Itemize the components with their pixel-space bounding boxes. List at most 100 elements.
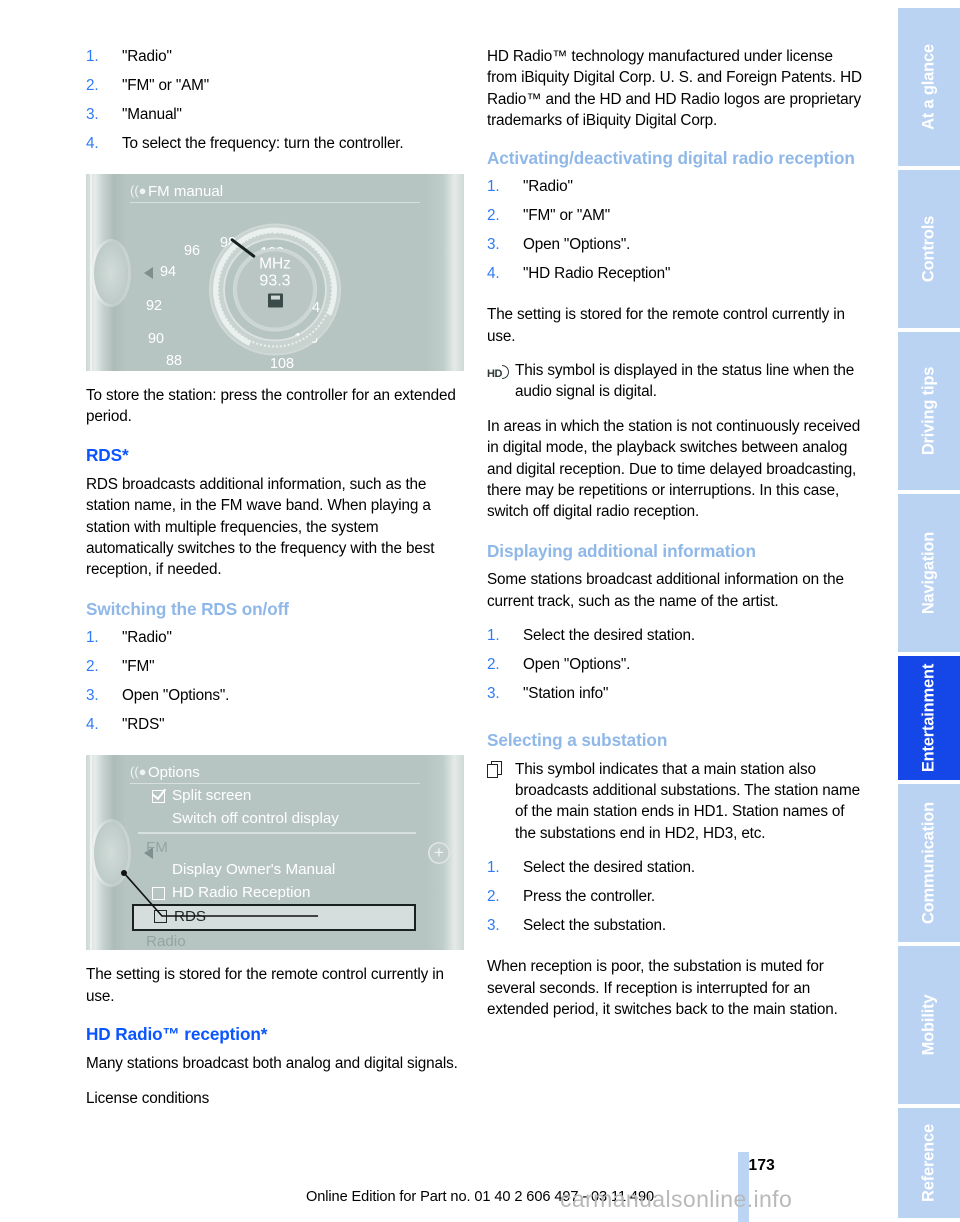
heading-activating-digital-radio: Activating/deactivating digital radio re… bbox=[487, 147, 855, 168]
sidebar-item-reference[interactable]: Reference bbox=[898, 1108, 960, 1218]
list-item: 2. "FM" or "AM" bbox=[86, 75, 464, 104]
list-item: 1. "Radio" bbox=[86, 627, 464, 656]
steps-activating: 1. "Radio" 2. "FM" or "AM" 3. Open "Options… bbox=[487, 176, 865, 292]
step-number: 2. bbox=[487, 656, 500, 674]
step-text: "HD Radio Reception" bbox=[523, 265, 671, 283]
step-number: 4. bbox=[86, 716, 99, 734]
tab-label: At a glance bbox=[919, 44, 938, 130]
step-number: 2. bbox=[86, 77, 99, 94]
store-station-icon bbox=[267, 293, 283, 308]
hd-symbol-paragraph: This symbol is displayed in the status l… bbox=[515, 361, 855, 401]
sidebar-item-mobility[interactable]: Mobility bbox=[898, 946, 960, 1104]
sidebar-item-communication[interactable]: Communication bbox=[898, 784, 960, 942]
display-title-bar: ((●Options bbox=[130, 761, 420, 785]
list-item: 1. Select the desired station. bbox=[487, 857, 865, 886]
list-item: 2. Press the controller. bbox=[487, 886, 865, 915]
step-number: 4. bbox=[487, 265, 500, 283]
figure-tuner-display: ((●FM manual 98 96 100 94 102 92 104 90 … bbox=[86, 174, 464, 371]
setting-stored-paragraph-left: The setting is stored for the remote con… bbox=[86, 966, 444, 1005]
heading-displaying-additional-info: Displaying additional information bbox=[487, 540, 756, 561]
sidebar-tabs: At a glance Controls Driving tips Naviga… bbox=[898, 0, 960, 1222]
scale-label: 90 bbox=[148, 331, 165, 347]
list-item: 3. "Station info" bbox=[487, 683, 865, 712]
display-title-bar: ((●FM manual bbox=[130, 180, 420, 203]
hd-digital-icon: HD bbox=[487, 362, 509, 380]
list-item: 1. Select the desired station. bbox=[487, 625, 865, 654]
scale-label: 96 bbox=[184, 243, 201, 259]
step-number: 3. bbox=[487, 685, 500, 703]
step-text: "Radio" bbox=[523, 178, 573, 196]
sidebar-item-entertainment[interactable]: Entertainment bbox=[898, 656, 960, 780]
sidebar-item-at-a-glance[interactable]: At a glance bbox=[898, 8, 960, 166]
display-bezel-right bbox=[426, 174, 464, 371]
menu-item-label: Radio bbox=[146, 933, 186, 951]
checkbox-checked-icon bbox=[152, 790, 165, 804]
sidebar-item-driving-tips[interactable]: Driving tips bbox=[898, 332, 960, 490]
step-text: Open "Options". bbox=[122, 687, 230, 705]
step-number: 3. bbox=[86, 106, 99, 123]
step-text: "Radio" bbox=[122, 48, 172, 65]
step-text: Select the desired station. bbox=[523, 859, 695, 877]
step-text: "Station info" bbox=[523, 685, 609, 703]
menu-item-split-screen[interactable]: Split screen bbox=[138, 785, 416, 808]
frequency-unit: MHz bbox=[259, 255, 291, 273]
stacked-squares-icon bbox=[487, 760, 509, 779]
hd-symbol-paragraph-wrap: HD This symbol is displayed in the status… bbox=[487, 360, 865, 403]
step-number: 3. bbox=[86, 687, 99, 705]
menu-section-fm: FM bbox=[138, 837, 416, 860]
step-number: 1. bbox=[487, 859, 500, 877]
list-item: 4. "HD Radio Reception" bbox=[487, 263, 865, 292]
reception-paragraph: When reception is poor, the substation i… bbox=[487, 958, 838, 1019]
steps-substation: 1. Select the desired station. 2. Press th… bbox=[487, 857, 865, 944]
step-number: 1. bbox=[487, 627, 500, 645]
setting-stored-paragraph-right: The setting is stored for the remote con… bbox=[487, 306, 845, 345]
sidebar-item-controls[interactable]: Controls bbox=[898, 170, 960, 328]
list-item: 1. "Radio" bbox=[487, 176, 865, 205]
list-item: 2. "FM" or "AM" bbox=[487, 205, 865, 234]
frequency-value: 93.3 bbox=[259, 272, 291, 290]
license-conditions-paragraph: License conditions bbox=[86, 1089, 210, 1107]
step-text: Press the controller. bbox=[523, 888, 656, 906]
displaying-paragraph: Some stations broadcast additional infor… bbox=[487, 571, 844, 610]
step-number: 3. bbox=[487, 917, 500, 935]
tab-label: Driving tips bbox=[919, 366, 938, 456]
step-number: 2. bbox=[487, 888, 500, 906]
menu-item-label: FM bbox=[146, 838, 168, 856]
heading-rds: RDS* bbox=[86, 444, 129, 465]
list-item: 1. "Radio" bbox=[86, 46, 464, 75]
menu-item-label: Split screen bbox=[172, 787, 252, 805]
license-text-paragraph: HD Radio™ technology manufactured under … bbox=[487, 48, 862, 130]
step-text: "RDS" bbox=[122, 716, 165, 734]
display-title: Options bbox=[148, 764, 200, 782]
display-title: FM manual bbox=[148, 183, 224, 200]
step-text: "Radio" bbox=[122, 629, 172, 647]
sidebar-item-navigation[interactable]: Navigation bbox=[898, 494, 960, 652]
steps-switching-rds: 1. "Radio" 2. "FM" 3. Open "Options". 4. "RD… bbox=[86, 627, 464, 743]
list-item: 3. Open "Options". bbox=[86, 685, 464, 714]
step-number: 4. bbox=[86, 135, 99, 152]
step-text: Select the desired station. bbox=[523, 627, 695, 645]
step-number: 1. bbox=[86, 48, 99, 65]
list-item: 3. "Manual" bbox=[86, 104, 464, 133]
scale-label: 108 bbox=[270, 356, 295, 371]
plus-button-icon: + bbox=[428, 841, 450, 864]
scale-label: 94 bbox=[160, 264, 177, 280]
step-text: To select the frequency: turn the contro… bbox=[122, 135, 404, 152]
list-item: 4. "RDS" bbox=[86, 714, 464, 743]
areas-paragraph: In areas in which the station is not con… bbox=[487, 417, 861, 521]
radio-wave-plus-icon: ((● bbox=[130, 764, 147, 780]
step-number: 2. bbox=[487, 207, 500, 225]
left-column: 1. "Radio" 2. "FM" or "AM" 3. "Manual" 4. To… bbox=[86, 46, 464, 1122]
step-number: 1. bbox=[487, 178, 500, 196]
edition-line: Online Edition for Part no. 01 40 2 606 … bbox=[306, 1189, 654, 1205]
substation-paragraph: This symbol indicates that a main statio… bbox=[515, 760, 860, 842]
steps-displaying: 1. Select the desired station. 2. Open "Op… bbox=[487, 625, 865, 712]
step-text: "FM" or "AM" bbox=[523, 207, 611, 225]
step-number: 1. bbox=[86, 629, 99, 647]
tab-label: Entertainment bbox=[919, 663, 938, 773]
menu-item-switch-off-display[interactable]: Switch off control display bbox=[138, 808, 416, 831]
page-number: 173 bbox=[748, 1157, 775, 1174]
watermark-text: carmanualsonline.info bbox=[560, 1186, 793, 1212]
step-text: "FM" or "AM" bbox=[122, 77, 210, 94]
substation-paragraph-wrap: This symbol indicates that a main statio… bbox=[487, 759, 865, 845]
